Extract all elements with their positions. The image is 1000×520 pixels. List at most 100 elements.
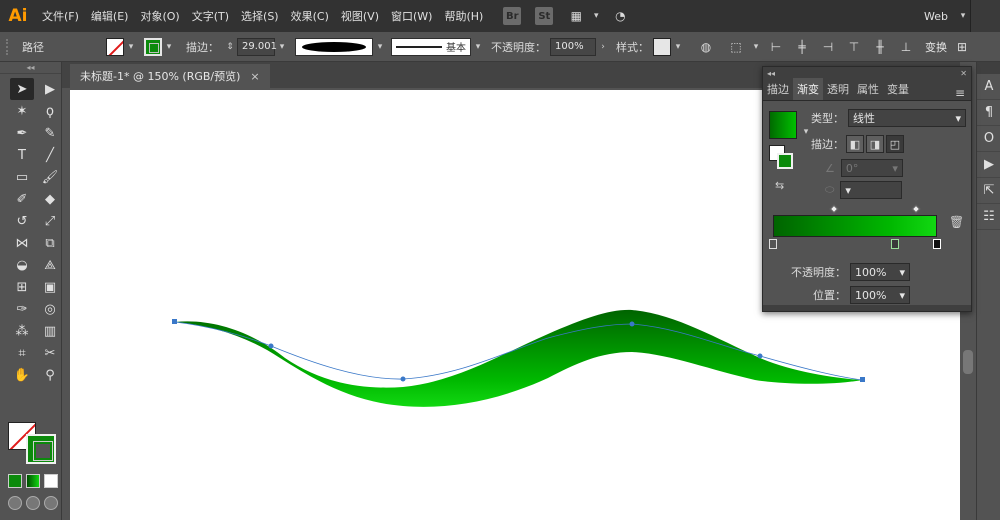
- bridge-icon[interactable]: Br: [503, 7, 522, 25]
- stroke-along-icon[interactable]: ◨: [866, 135, 884, 153]
- stock-icon[interactable]: St: [535, 7, 554, 25]
- align-bottom-icon[interactable]: ⊥: [897, 38, 915, 56]
- opacity-label[interactable]: 不透明度：: [491, 39, 546, 55]
- anchor-point[interactable]: [860, 377, 865, 382]
- chevron-down-icon[interactable]: ▾: [749, 38, 763, 56]
- selection-icon[interactable]: ➤: [10, 78, 34, 100]
- chevron-down-icon[interactable]: ▾: [124, 38, 138, 56]
- chevron-down-icon[interactable]: ▾: [162, 38, 176, 56]
- arrange-documents-icon[interactable]: ▦: [567, 7, 585, 25]
- panel-menu-icon[interactable]: ≡: [949, 86, 971, 100]
- align-to-icon[interactable]: ⬚: [727, 38, 745, 56]
- menu-edit[interactable]: 编辑(E): [85, 8, 135, 24]
- shaper-icon[interactable]: ✐: [10, 188, 34, 210]
- column-graph-icon[interactable]: ▥: [38, 320, 62, 342]
- eyedropper-icon[interactable]: ✑: [10, 298, 34, 320]
- paragraph-icon[interactable]: ¶: [977, 100, 1000, 126]
- tab-variables[interactable]: 变量: [883, 78, 913, 100]
- variable-width-profile[interactable]: [295, 37, 373, 56]
- chevron-down-icon[interactable]: ▾: [589, 7, 603, 25]
- gradient-icon[interactable]: ▣: [38, 276, 62, 298]
- none-mode-icon[interactable]: [44, 474, 58, 488]
- menu-type[interactable]: 文字(T): [186, 8, 235, 24]
- zoom-icon[interactable]: ⚲: [38, 364, 62, 386]
- anchor-point[interactable]: [172, 319, 177, 324]
- rotate-icon[interactable]: ↺: [10, 210, 34, 232]
- recolor-artwork-icon[interactable]: ◍: [697, 38, 715, 56]
- character-icon[interactable]: A: [977, 74, 1000, 100]
- rectangle-icon[interactable]: ▭: [10, 166, 34, 188]
- chevron-down-icon[interactable]: ▾: [671, 38, 685, 56]
- dock-header[interactable]: [977, 62, 1000, 74]
- menu-object[interactable]: 对象(O): [134, 8, 185, 24]
- color-stop[interactable]: [891, 239, 899, 249]
- direct-selection-icon[interactable]: ▶: [38, 78, 62, 100]
- blend-icon[interactable]: ◎: [38, 298, 62, 320]
- chevron-down-icon[interactable]: ▾: [275, 38, 289, 56]
- align-left-icon[interactable]: ⊢: [767, 38, 785, 56]
- eraser-icon[interactable]: ◆: [38, 188, 62, 210]
- anchor-point[interactable]: [629, 321, 635, 327]
- chevron-down-icon[interactable]: ▾: [956, 7, 970, 25]
- scroll-thumb[interactable]: [963, 350, 973, 374]
- collapse-icon[interactable]: ◂◂: [767, 69, 775, 78]
- chevron-right-icon[interactable]: ›: [596, 38, 610, 56]
- stop-opacity-field[interactable]: 100% ▾: [850, 263, 910, 281]
- paintbrush-icon[interactable]: 🖌: [38, 166, 62, 188]
- chevron-down-icon[interactable]: ▾: [373, 38, 387, 56]
- isolate-icon[interactable]: ⊞: [953, 38, 971, 56]
- export-icon[interactable]: ⇱: [977, 178, 1000, 204]
- opentype-icon[interactable]: O: [977, 126, 1000, 152]
- magic-wand-icon[interactable]: ✶: [10, 100, 34, 122]
- stroke-across-icon[interactable]: ◰: [886, 135, 904, 153]
- gradient-mode-icon[interactable]: [26, 474, 40, 488]
- free-transform-icon[interactable]: ⧉: [38, 232, 62, 254]
- anchor-point[interactable]: [268, 343, 274, 349]
- type-icon[interactable]: T: [10, 144, 34, 166]
- stroke-swatch[interactable]: [144, 37, 162, 56]
- stroke-weight-field[interactable]: 29.001: [237, 37, 277, 56]
- fill-swatch[interactable]: [106, 37, 124, 56]
- style-label[interactable]: 样式：: [616, 39, 649, 55]
- transform-button[interactable]: 变换: [919, 39, 953, 55]
- tools-collapse[interactable]: ◂◂: [0, 62, 61, 74]
- align-hcenter-icon[interactable]: ╪: [793, 38, 811, 56]
- stroke-active-icon[interactable]: [777, 153, 793, 169]
- gradient-stroke-path[interactable]: [175, 309, 862, 407]
- perspective-icon[interactable]: ⟁: [38, 254, 62, 276]
- opacity-field[interactable]: 100%: [550, 37, 596, 56]
- align-right-icon[interactable]: ⊣: [819, 38, 837, 56]
- color-mode-icon[interactable]: [8, 474, 22, 488]
- graphic-style-swatch[interactable]: [653, 37, 671, 56]
- reverse-gradient-icon[interactable]: ⇆: [775, 179, 784, 192]
- tab-stroke[interactable]: 描边: [763, 78, 793, 100]
- line-icon[interactable]: ╱: [38, 144, 62, 166]
- workspace-switcher[interactable]: Web: [916, 10, 956, 23]
- gpu-performance-icon[interactable]: ◔: [611, 7, 629, 25]
- brush-definition[interactable]: 基本: [391, 37, 471, 56]
- draw-inside-icon[interactable]: [44, 496, 58, 510]
- artboard-icon[interactable]: ⌗: [10, 342, 34, 364]
- pen-icon[interactable]: ✒: [10, 122, 34, 144]
- panel-resize-handle[interactable]: [763, 305, 971, 311]
- align-vcenter-icon[interactable]: ╫: [871, 38, 889, 56]
- mesh-icon[interactable]: ⊞: [10, 276, 34, 298]
- slice-icon[interactable]: ✂: [38, 342, 62, 364]
- menu-select[interactable]: 选择(S): [235, 8, 285, 24]
- window-controls[interactable]: [970, 0, 1000, 32]
- menu-effect[interactable]: 效果(C): [285, 8, 335, 24]
- close-icon[interactable]: ✕: [960, 69, 967, 78]
- menu-view[interactable]: 视图(V): [335, 8, 385, 24]
- tab-attributes[interactable]: 属性: [853, 78, 883, 100]
- stroke-label[interactable]: 描边：: [186, 39, 219, 55]
- tab-transparency[interactable]: 透明: [823, 78, 853, 100]
- gradient-thumbnail[interactable]: [769, 111, 797, 139]
- width-icon[interactable]: ⋈: [10, 232, 34, 254]
- gradient-slider[interactable]: [773, 215, 937, 237]
- stepper-icon[interactable]: ⇕: [223, 38, 237, 56]
- menu-window[interactable]: 窗口(W): [385, 8, 438, 24]
- trash-icon[interactable]: 🗑: [949, 215, 964, 229]
- aspect-ratio-field[interactable]: ▾: [840, 181, 903, 199]
- symbol-sprayer-icon[interactable]: ⁂: [10, 320, 34, 342]
- chevron-down-icon[interactable]: ▾: [471, 38, 485, 56]
